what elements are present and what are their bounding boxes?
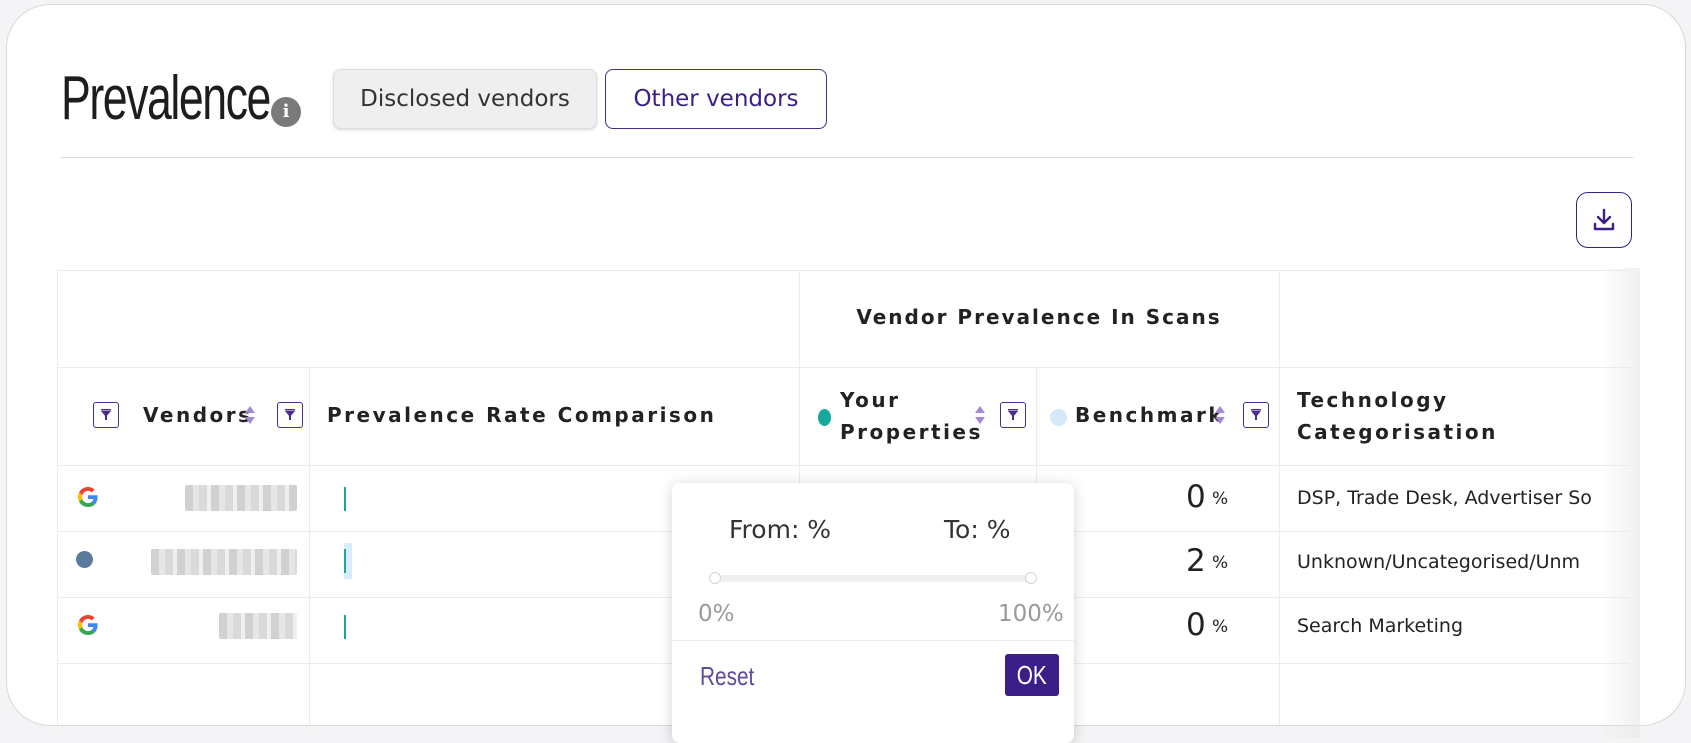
your-properties-bar bbox=[344, 549, 346, 573]
vendor-logo-icon bbox=[76, 551, 93, 568]
download-icon bbox=[1593, 208, 1615, 231]
google-logo-icon bbox=[78, 615, 98, 635]
technology-cell: DSP, Trade Desk, Advertiser So bbox=[1297, 487, 1592, 509]
benchmark-value: 0 bbox=[1186, 479, 1206, 515]
row-divider bbox=[58, 465, 1630, 466]
popup-divider bbox=[672, 640, 1074, 641]
group-header-prevalence: Vendor Prevalence In Scans bbox=[856, 305, 1222, 329]
benchmark-value: 0 bbox=[1186, 607, 1206, 643]
range-min-label: 0% bbox=[698, 601, 735, 627]
range-slider-track[interactable] bbox=[714, 575, 1032, 582]
divider bbox=[61, 157, 1633, 158]
vendors-filter-icon-2[interactable] bbox=[277, 402, 303, 428]
benchmark-unit: % bbox=[1212, 553, 1229, 573]
benchmark-unit: % bbox=[1212, 617, 1229, 637]
ok-button[interactable]: OK bbox=[1005, 654, 1059, 696]
download-button[interactable] bbox=[1576, 192, 1632, 248]
info-icon[interactable]: i bbox=[271, 97, 301, 127]
google-logo-icon bbox=[78, 487, 98, 507]
vendors-filter-icon[interactable] bbox=[93, 402, 119, 428]
your-properties-sort-icon[interactable] bbox=[973, 403, 987, 427]
tab-other-vendors[interactable]: Other vendors bbox=[605, 69, 827, 129]
your-properties-bar bbox=[344, 487, 346, 511]
technology-cell: Unknown/Uncategorised/Unm bbox=[1297, 551, 1581, 573]
column-header-your-properties[interactable]: Your Properties bbox=[840, 384, 980, 448]
column-divider bbox=[309, 367, 310, 731]
ok-button-label: OK bbox=[1016, 660, 1048, 690]
reset-button[interactable]: Reset bbox=[700, 661, 754, 692]
range-max-label: 100% bbox=[998, 601, 1064, 627]
vendors-sort-icon[interactable] bbox=[243, 403, 257, 427]
range-slider-min-handle[interactable] bbox=[709, 572, 721, 584]
your-properties-filter-icon[interactable] bbox=[1000, 402, 1026, 428]
column-header-comparison: Prevalence Rate Comparison bbox=[327, 403, 717, 427]
page-title: Prevalence bbox=[61, 64, 271, 133]
vendor-name-redacted bbox=[151, 549, 297, 575]
horizontal-scroll-shadow bbox=[1600, 268, 1640, 738]
benchmark-sort-icon[interactable] bbox=[1213, 403, 1227, 427]
tab-disclosed-vendors[interactable]: Disclosed vendors bbox=[333, 69, 597, 129]
your-properties-legend-dot bbox=[818, 409, 831, 426]
benchmark-unit: % bbox=[1212, 489, 1229, 509]
column-header-technology: Technology Categorisation bbox=[1297, 388, 1498, 444]
from-label: From: % bbox=[729, 515, 832, 544]
column-header-benchmark[interactable]: Benchmark bbox=[1075, 399, 1224, 431]
vendor-name-redacted bbox=[219, 613, 297, 639]
column-header-vendors[interactable]: Vendors bbox=[143, 399, 253, 431]
column-divider bbox=[1279, 271, 1280, 731]
range-filter-popup: From: % To: % 0% 100% Reset OK bbox=[672, 483, 1074, 743]
technology-cell: Search Marketing bbox=[1297, 615, 1464, 637]
benchmark-value: 2 bbox=[1186, 543, 1206, 579]
to-label: To: % bbox=[944, 515, 1011, 544]
your-properties-bar bbox=[344, 615, 346, 639]
range-slider-max-handle[interactable] bbox=[1025, 572, 1037, 584]
vendor-name-redacted bbox=[185, 485, 297, 511]
benchmark-filter-icon[interactable] bbox=[1243, 402, 1269, 428]
row-divider bbox=[58, 367, 1630, 368]
benchmark-legend-dot bbox=[1050, 409, 1067, 426]
